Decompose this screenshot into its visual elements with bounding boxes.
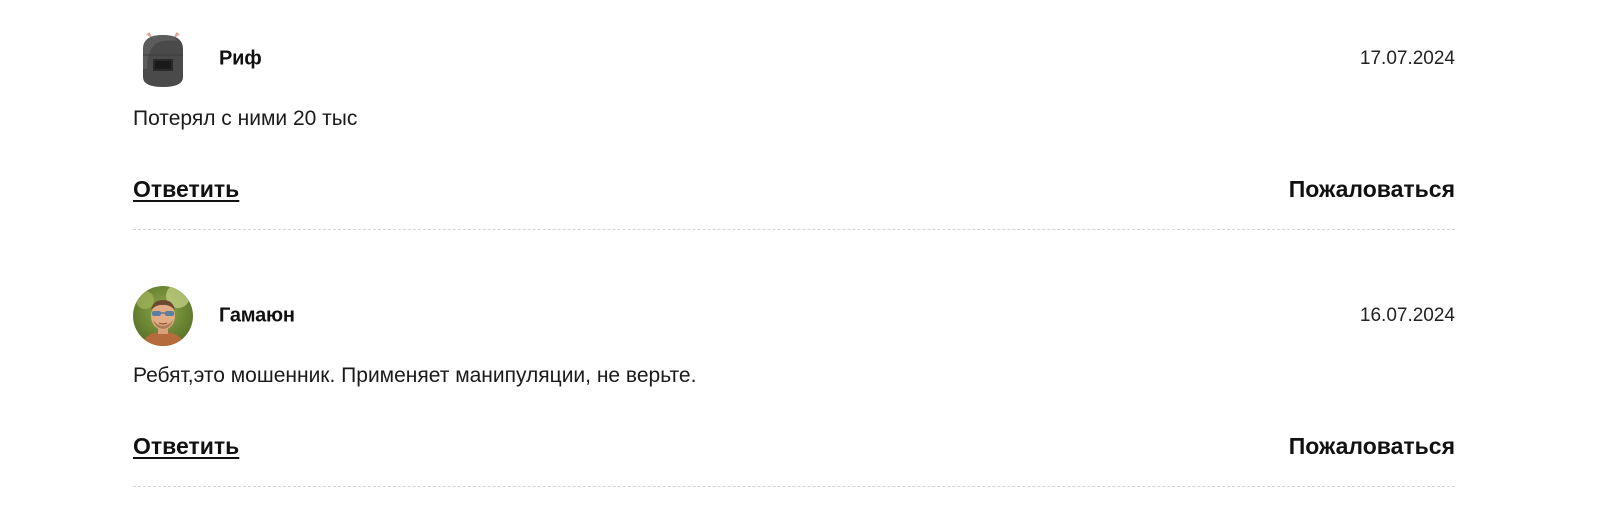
report-button[interactable]: Пожаловаться (1289, 176, 1455, 203)
comment-item: Гамаюн 16.07.2024 Ребят,это мошенник. Пр… (133, 257, 1455, 514)
report-button[interactable]: Пожаловаться (1289, 433, 1455, 460)
comment-author[interactable]: Риф (219, 48, 262, 71)
comment-item: Риф 17.07.2024 Потерял с ними 20 тыс Отв… (133, 0, 1455, 257)
comment-text: Ребят,это мошенник. Применяет манипуляци… (133, 364, 697, 387)
reply-button[interactable]: Ответить (133, 176, 239, 203)
user-photo-icon (133, 286, 193, 346)
comment-date: 16.07.2024 (1359, 305, 1455, 326)
reply-button[interactable]: Ответить (133, 433, 239, 460)
comment-author[interactable]: Гамаюн (219, 305, 295, 328)
welding-helmet-avatar[interactable] (133, 29, 193, 89)
comment-divider (133, 229, 1455, 230)
comment-text: Потерял с ними 20 тыс (133, 107, 358, 130)
comment-date: 17.07.2024 (1359, 48, 1455, 69)
comment-header: Риф 17.07.2024 (133, 29, 1455, 89)
welding-helmet-icon (133, 29, 193, 89)
comment-header: Гамаюн 16.07.2024 (133, 286, 1455, 346)
user-photo-avatar[interactable] (133, 286, 193, 346)
comments-list: Риф 17.07.2024 Потерял с ними 20 тыс Отв… (133, 0, 1455, 514)
